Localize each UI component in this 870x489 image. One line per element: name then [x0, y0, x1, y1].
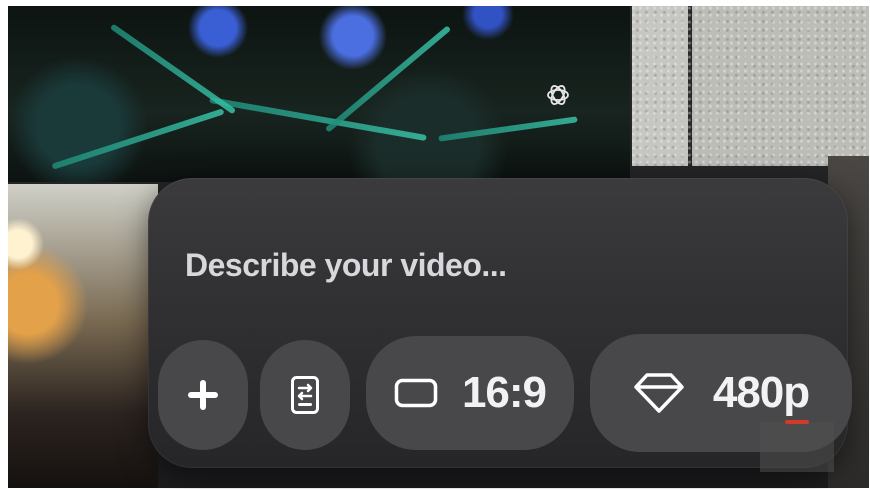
rectangle-icon — [394, 378, 438, 408]
video-thumbnail-flowers[interactable] — [8, 6, 630, 182]
stem-shape — [209, 96, 427, 142]
storyboard-icon — [290, 375, 320, 415]
stem-shape — [109, 23, 237, 115]
add-button[interactable] — [158, 340, 248, 450]
aspect-ratio-value: 16:9 — [461, 368, 547, 417]
plus-icon — [186, 378, 220, 412]
stone-texture — [632, 6, 869, 166]
video-thumbnail-stone[interactable] — [632, 6, 869, 166]
diamond-icon — [633, 372, 685, 414]
stem-shape — [324, 25, 452, 133]
openai-logo-icon — [545, 82, 571, 113]
stem-shape — [51, 108, 225, 170]
recording-indicator — [785, 420, 809, 424]
resolution-value: 480p — [712, 368, 810, 417]
corner-overlay — [760, 422, 834, 472]
video-thumbnail-left[interactable] — [8, 184, 158, 488]
prompt-input[interactable]: Describe your video... — [185, 247, 507, 284]
storyboard-button[interactable] — [260, 340, 350, 450]
stem-shape — [438, 116, 578, 142]
aspect-ratio-selector[interactable]: 16:9 — [366, 336, 574, 450]
